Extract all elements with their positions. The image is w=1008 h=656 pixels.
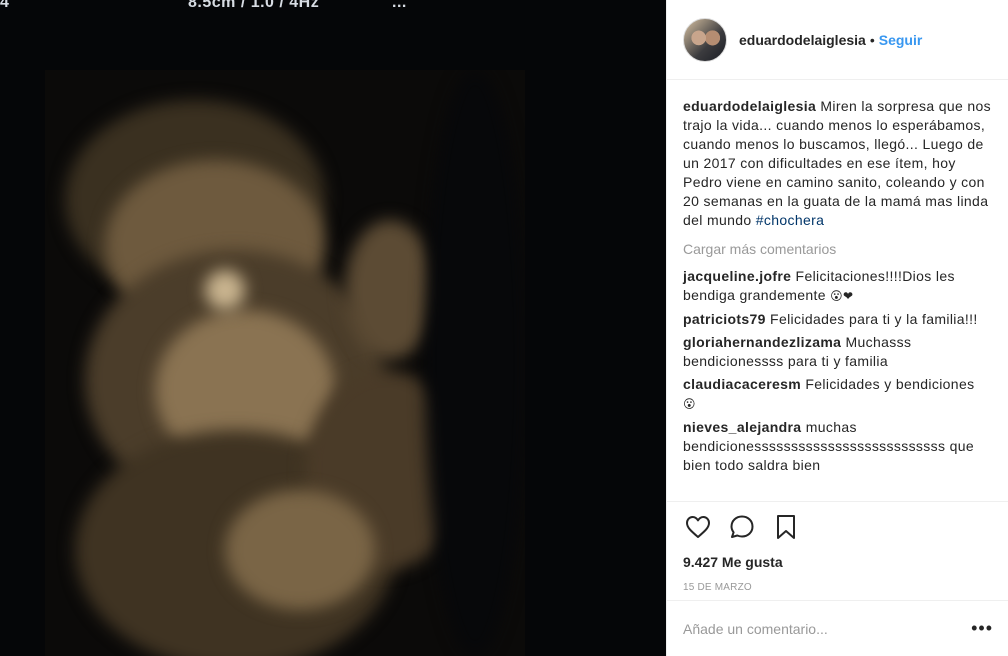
header-text: eduardodelaiglesia • Seguir (739, 32, 922, 48)
comment-item: claudiacaceresm Felicidades y bendicione… (683, 375, 993, 414)
load-more-comments-button[interactable]: Cargar más comentarios (683, 240, 993, 259)
comment-item: nieves_alejandra muchas bendicionessssss… (683, 418, 993, 475)
comment-username[interactable]: patriciots79 (683, 311, 766, 327)
comment-username[interactable]: claudiacaceresm (683, 376, 801, 392)
caption: eduardodelaiglesia Miren la sorpresa que… (683, 97, 993, 230)
comment-text: Felicidades para ti y la familia!!! (770, 311, 978, 327)
caption-username[interactable]: eduardodelaiglesia (683, 98, 816, 114)
comments-section[interactable]: eduardodelaiglesia Miren la sorpresa que… (667, 81, 1008, 501)
action-icons-row (683, 512, 993, 542)
post-actions: 9.427 Me gusta 15 de marzo (667, 501, 1008, 593)
comment-item: jacqueline.jofre Felicitaciones!!!!Dios … (683, 267, 993, 306)
likes-count[interactable]: 9.427 Me gusta (683, 554, 993, 570)
ultrasound-scan (45, 70, 525, 656)
post-header: eduardodelaiglesia • Seguir (667, 0, 1008, 80)
follow-button[interactable]: Seguir (879, 32, 923, 48)
emoji-icon: 😮❤ (830, 289, 854, 303)
add-comment-bar: ••• (667, 600, 1008, 656)
overlay-left-text: 4 (0, 0, 10, 11)
hashtag-link[interactable]: #chochera (756, 212, 825, 228)
caption-text: Miren la sorpresa que nos trajo la vida.… (683, 98, 991, 228)
heart-icon[interactable] (683, 512, 713, 542)
post-sidebar: eduardodelaiglesia • Seguir eduardodelaigl… (666, 0, 1008, 656)
avatar[interactable] (683, 17, 727, 62)
more-options-icon[interactable]: ••• (971, 618, 993, 639)
bookmark-icon[interactable] (771, 512, 801, 542)
comment-username[interactable]: jacqueline.jofre (683, 268, 791, 284)
overlay-scan-text: 8.5cm / 1.0 / 4Hz (188, 0, 320, 11)
comment-text: Felicidades y bendiciones (805, 376, 975, 392)
comment-username[interactable]: gloriahernandezlizama (683, 334, 841, 350)
comment-item: patriciots79 Felicidades para ti y la fa… (683, 310, 993, 329)
overlay-right-text: ... (392, 0, 407, 11)
comment-item: gloriahernandezlizama Muchasss bendicion… (683, 333, 993, 371)
header-username[interactable]: eduardodelaiglesia (739, 32, 866, 48)
separator-dot: • (869, 31, 875, 48)
comment-username[interactable]: nieves_alejandra (683, 419, 801, 435)
post-date[interactable]: 15 de marzo (683, 582, 993, 593)
emoji-icon: 😮 (683, 397, 696, 411)
comment-input[interactable] (683, 620, 972, 637)
comment-icon[interactable] (727, 512, 757, 542)
post-image[interactable]: 4 8.5cm / 1.0 / 4Hz ... (0, 0, 666, 656)
ultrasound-overlay: 4 8.5cm / 1.0 / 4Hz ... (0, 0, 666, 11)
